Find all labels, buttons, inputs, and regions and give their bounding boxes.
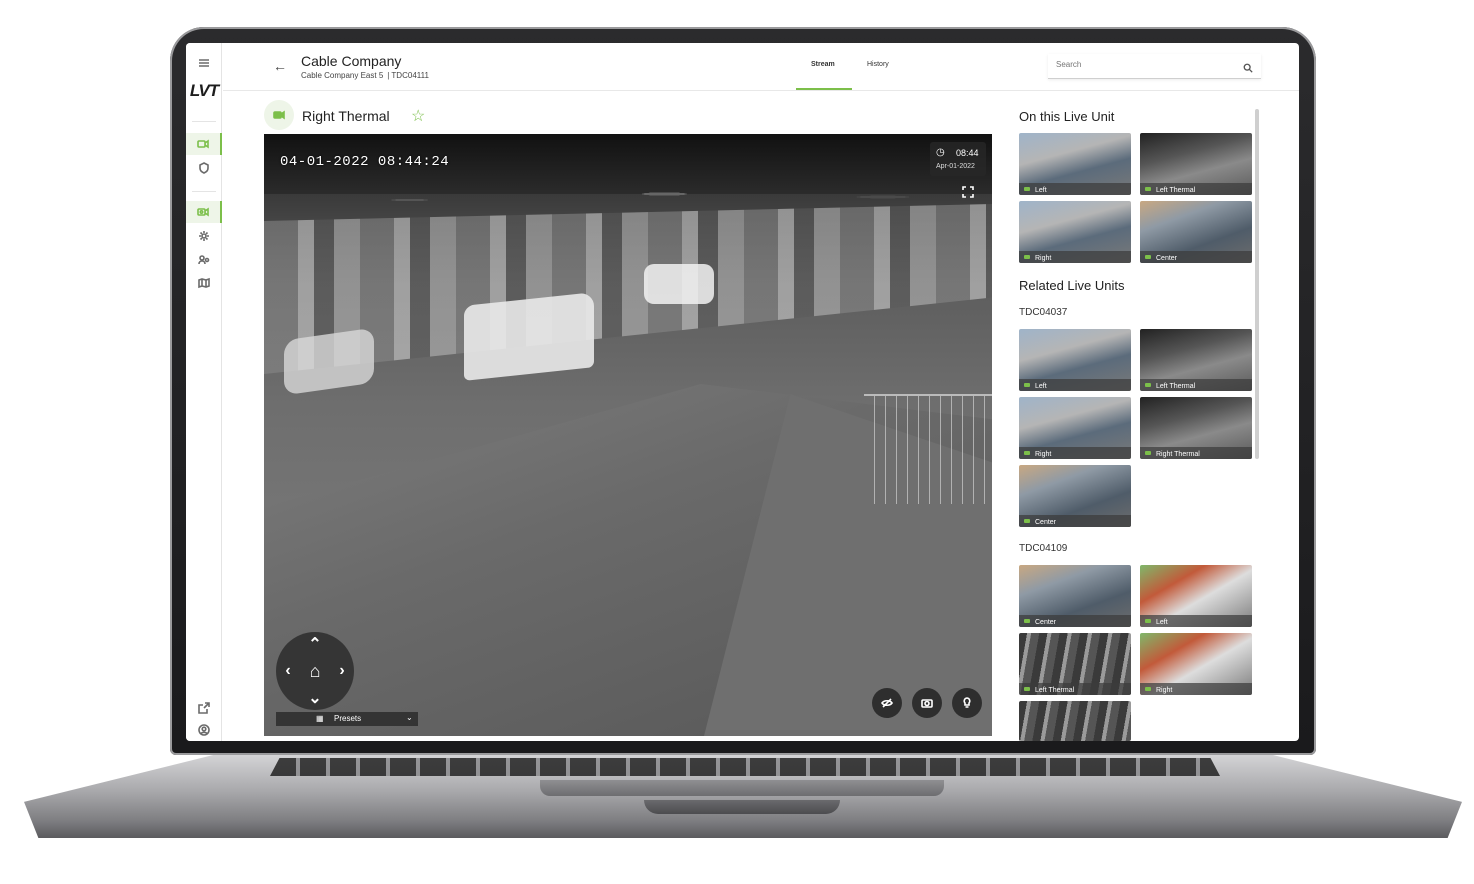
thumb-label: Right [1035,255,1052,262]
video-timestamp: 04-01-2022 08:44:24 [280,154,450,170]
chevron-down-icon: ⌄ [406,713,413,722]
presets-icon: ▦ [316,714,324,723]
thumb-label: Left [1035,187,1047,194]
privacy-icon[interactable] [872,688,902,718]
thumb-related-1-right[interactable]: Right [1019,397,1131,459]
presets-dropdown[interactable]: ▦ Presets ⌄ [276,712,418,726]
search-icon[interactable] [1243,60,1253,78]
chevron-left-icon[interactable]: ‹ [278,661,298,681]
menu-icon[interactable] [186,52,222,74]
active-tab-indicator [796,88,852,90]
snapshot-icon[interactable] [912,688,942,718]
ptz-control: ⌃ ‹ ⌂ › ⌄ [276,632,354,710]
thumb-this-right[interactable]: Right [1019,201,1131,263]
video-scene-van [464,292,594,381]
thumb-label: Center [1156,255,1178,262]
thumb-this-center[interactable]: Center [1140,201,1252,263]
clock-time: 08:44 [956,148,979,158]
thumb-label: Right Thermal [1156,451,1200,458]
unit-id: | TDC04111 [387,71,429,80]
search-box [1048,54,1261,79]
thumb-related-1-left[interactable]: Left [1019,329,1131,391]
thumb-related-2-left-thermal[interactable]: Left Thermal [1019,633,1131,695]
gear-icon[interactable] [186,225,222,247]
laptop-notch [644,800,840,814]
brand-logo[interactable]: LVT [189,81,219,101]
video-scene-car [644,264,714,304]
thumb-label: Center [1035,519,1057,526]
related-heading: Related Live Units [1019,278,1125,293]
home-icon[interactable]: ⌂ [303,659,327,683]
thumb-related-2-left[interactable]: Left [1140,565,1252,627]
company-title: Cable Company [301,53,402,69]
related-unit-id: TDC04109 [1019,543,1068,554]
chevron-right-icon[interactable]: › [332,661,352,681]
thumb-label: Left [1156,619,1168,626]
thumb-label: Left Thermal [1035,687,1075,694]
clock-badge: ◷ 08:44 Apr-01-2022 [930,142,986,176]
related-unit-id: TDC04037 [1019,307,1068,318]
back-arrow-icon[interactable]: ← [271,57,289,75]
thumb-label: Left [1035,383,1047,390]
thumb-related-2-right[interactable]: Right [1140,633,1252,695]
video-stream[interactable]: 04-01-2022 08:44:24 ◷ 08:44 Apr-01-2022 … [264,134,992,736]
thumb-related-1-left-thermal[interactable]: Left Thermal [1140,329,1252,391]
laptop-trackpad [540,780,944,796]
thumb-related-2-partial[interactable] [1019,701,1131,741]
video-record-icon[interactable] [186,201,222,223]
video-scene-car [284,327,374,396]
site-name: Cable Company East 5 [301,71,384,80]
star-icon[interactable]: ☆ [411,106,425,126]
tab-history[interactable]: History [867,61,889,68]
light-icon[interactable] [952,688,982,718]
map-icon[interactable] [186,272,222,294]
top-bar: ← Cable Company Cable Company East 5 | TD… [223,43,1299,91]
thumb-this-left[interactable]: Left [1019,133,1131,195]
account-icon[interactable] [186,719,222,741]
chevron-up-icon[interactable]: ⌃ [305,634,325,654]
left-rail: LVT [186,43,222,741]
thumb-label: Right [1156,687,1173,694]
this-unit-heading: On this Live Unit [1019,109,1115,124]
thumb-label: Left Thermal [1156,383,1196,390]
laptop-keyboard [270,758,1220,776]
tab-stream[interactable]: Stream [811,61,835,68]
clock-date: Apr-01-2022 [936,163,975,170]
rail-divider [192,121,216,122]
thumb-this-left-thermal[interactable]: Left Thermal [1140,133,1252,195]
shield-icon[interactable] [186,157,222,179]
thumb-related-1-right-thermal[interactable]: Right Thermal [1140,397,1252,459]
rail-divider [192,191,216,192]
thumb-label: Center [1035,619,1057,626]
thumb-related-1-center[interactable]: Center [1019,465,1131,527]
thumb-related-2-center[interactable]: Center [1019,565,1131,627]
panel-scrollbar[interactable] [1255,109,1259,459]
thumb-label: Right [1035,451,1052,458]
video-scene-fence [864,394,992,504]
camera-icon[interactable] [186,133,222,155]
camera-title: Right Thermal [302,108,390,124]
camera-icon [264,100,294,130]
fullscreen-icon[interactable] [962,186,976,200]
clock-icon: ◷ [936,147,945,158]
presets-label: Presets [334,714,362,723]
camera-panel: On this Live Unit Left Left Thermal Righ… [1019,103,1259,741]
search-input[interactable] [1056,60,1236,69]
thumb-label: Left Thermal [1156,187,1196,194]
users-icon[interactable] [186,249,222,271]
chevron-down-icon[interactable]: ⌄ [305,688,325,708]
unit-subtitle: Cable Company East 5 | TDC04111 [301,71,433,80]
app-screen: LVT ← Cable Company Cable Company East 5… [186,43,1299,741]
external-link-icon[interactable] [186,697,222,719]
